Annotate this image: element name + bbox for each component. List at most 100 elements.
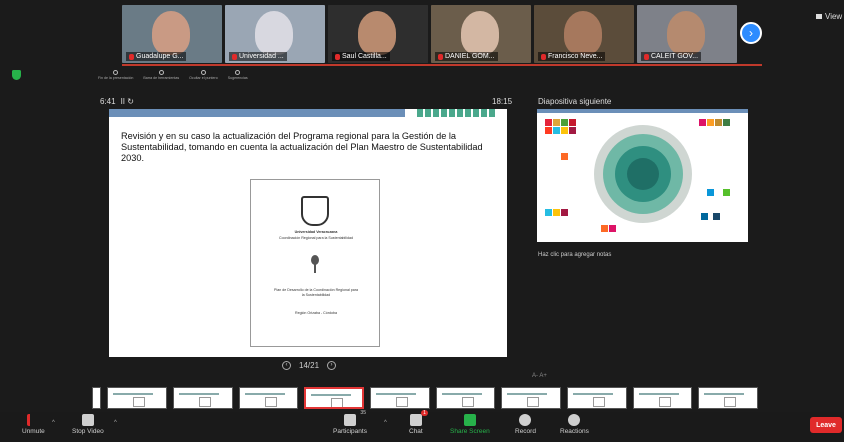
sdg-goal-icon <box>723 189 730 196</box>
sdg-goal-icon <box>545 119 552 126</box>
sdg-goal-icon <box>713 213 720 220</box>
lightbulb-icon <box>235 70 241 75</box>
slide-thumbnail[interactable] <box>92 387 102 409</box>
slide-thumbnail[interactable] <box>370 387 430 409</box>
slide-header-bar <box>109 109 405 117</box>
record-icon <box>519 414 532 426</box>
leave-button[interactable]: Leave <box>810 417 842 433</box>
current-slide: Revisión y en su caso la actualización d… <box>109 109 507 357</box>
thumbnail-figure <box>198 397 211 407</box>
sustainability-wheel <box>594 125 692 223</box>
thumbnail-figure <box>527 397 540 407</box>
active-speaker-line <box>122 64 762 66</box>
participant-video-tile[interactable]: Saul Castilla... <box>328 5 428 63</box>
thumbnail-line <box>638 393 679 395</box>
participants-options-icon[interactable]: ^ <box>384 420 387 426</box>
timer-value: 6:41 <box>100 97 116 106</box>
font-size-controls[interactable]: A- A+ <box>532 373 547 379</box>
chat-button[interactable]: 1 Chat <box>409 410 428 435</box>
zoom-window: Guadalupe G... Universidad ... Saul Castil… <box>0 0 844 442</box>
thumbnail-figure <box>133 397 146 407</box>
participant-name-label: CALEIT GOV... <box>651 53 699 60</box>
reactions-button[interactable]: Reactions <box>560 414 589 435</box>
preview-header-bar <box>537 109 748 113</box>
unmute-button[interactable]: Unmute <box>22 414 45 435</box>
tool-end-presentation[interactable]: Fin de la presentación <box>98 70 133 80</box>
participant-video-tile[interactable]: Universidad ... <box>225 5 325 63</box>
audio-options-icon[interactable]: ^ <box>52 420 55 426</box>
view-button[interactable]: View <box>816 12 842 21</box>
thumbnail-figure <box>724 397 737 407</box>
next-slide-icon[interactable]: › <box>327 361 337 370</box>
presenter-toolbar: Fin de la presentación Barra de herramie… <box>98 70 248 80</box>
participant-video-tile[interactable]: DANIEL GÓM... <box>431 5 531 63</box>
mic-muted-icon <box>335 53 340 60</box>
slide-thumbnail[interactable] <box>172 387 233 409</box>
participant-video-tile[interactable]: Francisco Neve... <box>534 5 634 63</box>
slide-thumbnails <box>92 387 758 412</box>
stop-video-button[interactable]: Stop Video <box>72 414 104 435</box>
slide-header-pattern <box>407 109 507 117</box>
thumbnail-line <box>376 393 417 395</box>
slide-thumbnail[interactable] <box>238 387 299 409</box>
mic-muted-icon <box>438 53 443 60</box>
thumbnail-figure <box>264 397 277 407</box>
tool-suggestions[interactable]: Sugerencias <box>228 70 248 80</box>
video-options-icon[interactable]: ^ <box>114 420 117 426</box>
sdg-goal-icon <box>561 127 568 134</box>
sdg-goal-icon <box>699 119 706 126</box>
video-strip: Guadalupe G... Universidad ... Saul Castil… <box>122 5 737 63</box>
doc-place: Región Orizaba - Córdoba <box>295 311 337 315</box>
participants-button[interactable]: 35 Participants <box>333 410 367 435</box>
doc-subtitle: Coordinación Regional para la Sustentabi… <box>279 236 353 240</box>
participant-name-label: Saul Castilla... <box>342 53 387 60</box>
thumbnail-line <box>441 393 482 395</box>
doc-university: Universidad Veracruzana <box>294 230 338 234</box>
tool-hide-pointer[interactable]: Ocultar el puntero <box>189 70 218 80</box>
grid-icon <box>816 14 822 19</box>
sdg-goal-icon <box>553 209 560 216</box>
slide-thumbnail[interactable] <box>304 387 365 409</box>
share-screen-button[interactable]: Share Screen <box>450 414 490 435</box>
sdg-goal-icon <box>553 119 560 126</box>
sdg-goal-icon <box>723 119 730 126</box>
security-shield-icon[interactable] <box>12 70 21 80</box>
slide-thumbnail[interactable] <box>501 387 561 409</box>
participant-face <box>255 11 293 55</box>
slide-thumbnail[interactable] <box>567 387 627 409</box>
sdg-goal-icon <box>561 153 568 160</box>
slide-thumbnail[interactable] <box>107 387 167 409</box>
next-slide-preview[interactable] <box>537 109 748 242</box>
next-slide-label: Diapositiva siguiente <box>538 97 612 106</box>
reactions-icon <box>568 414 581 426</box>
slide-thumbnail[interactable] <box>698 387 758 409</box>
slide-title: Revisión y en su caso la actualización d… <box>121 131 483 163</box>
sdg-goal-icon <box>561 119 568 126</box>
participant-face <box>564 11 602 55</box>
university-crest-icon <box>301 196 329 226</box>
slide-thumbnail[interactable] <box>435 387 496 409</box>
toolbar-icon <box>158 70 164 75</box>
participant-video-tile[interactable]: Guadalupe G... <box>122 5 222 63</box>
thumbnail-line <box>244 393 285 395</box>
thumbnail-line <box>507 393 548 395</box>
next-page-button[interactable]: › <box>740 22 762 44</box>
participant-face <box>358 11 396 55</box>
prev-slide-icon[interactable]: ‹ <box>282 361 291 370</box>
share-screen-icon <box>463 414 476 426</box>
notes-field[interactable]: Haz clic para agregar notas <box>538 252 611 258</box>
participant-name-label: Guadalupe G... <box>136 53 184 60</box>
participant-video-tile[interactable]: CALEIT GOV... <box>637 5 737 63</box>
sdg-goal-icon <box>701 213 708 220</box>
record-button[interactable]: Record <box>515 414 536 435</box>
thumbnail-line <box>178 393 219 395</box>
thumbnail-figure <box>658 397 671 407</box>
tool-toolbar[interactable]: Barra de herramientas <box>143 70 179 80</box>
sdg-goal-icon <box>553 127 560 134</box>
meeting-toolbar: Unmute ^ Stop Video ^ 35 Participants ^ … <box>0 410 844 442</box>
thumbnail-line <box>704 393 745 395</box>
mic-muted-icon <box>129 53 134 60</box>
slide-counter: 14/21 <box>299 361 320 370</box>
slide-thumbnail[interactable] <box>632 387 693 409</box>
timer-controls[interactable]: II ↻ <box>121 97 134 106</box>
